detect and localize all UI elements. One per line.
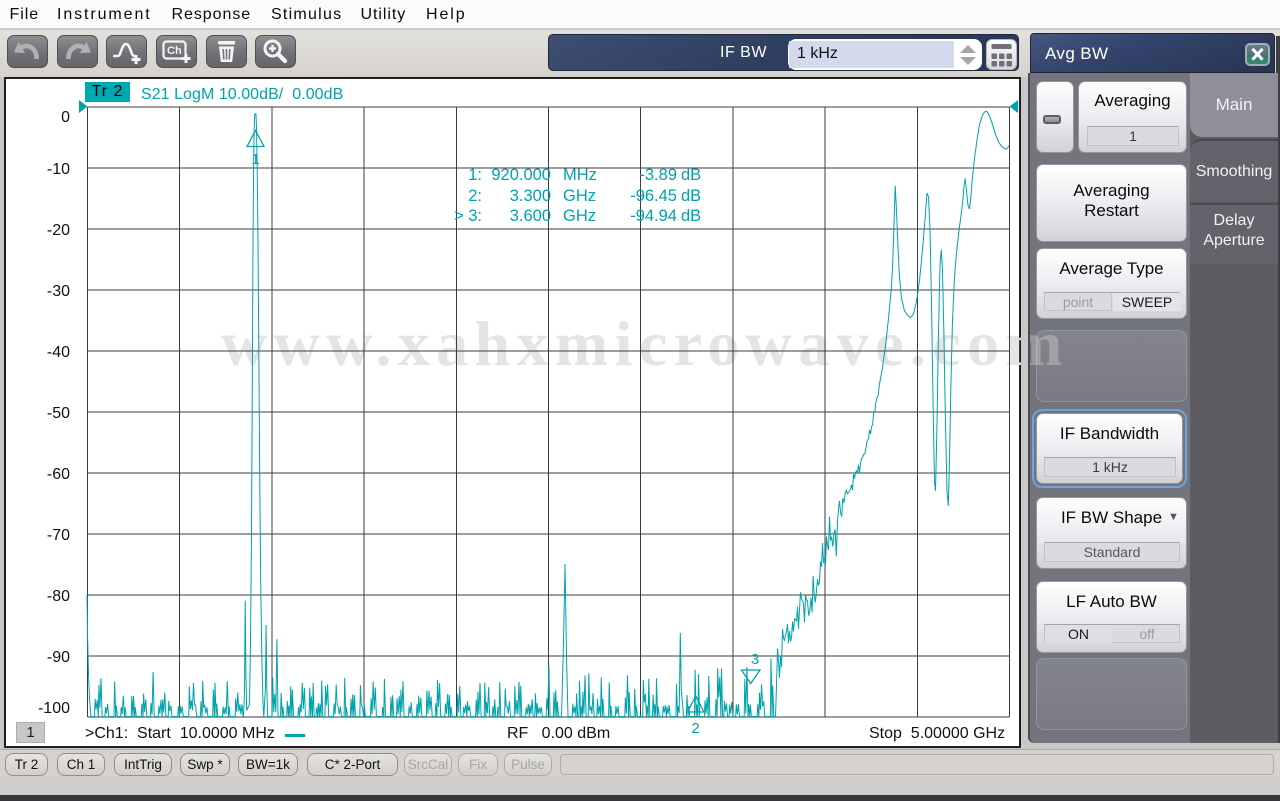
svg-text:www.xahxmicrowave.com: www.xahxmicrowave.com [221, 308, 1021, 379]
svg-text:3: 3 [751, 651, 759, 668]
svg-text:1: 1 [251, 151, 259, 168]
svg-text:Ch: Ch [167, 45, 182, 57]
